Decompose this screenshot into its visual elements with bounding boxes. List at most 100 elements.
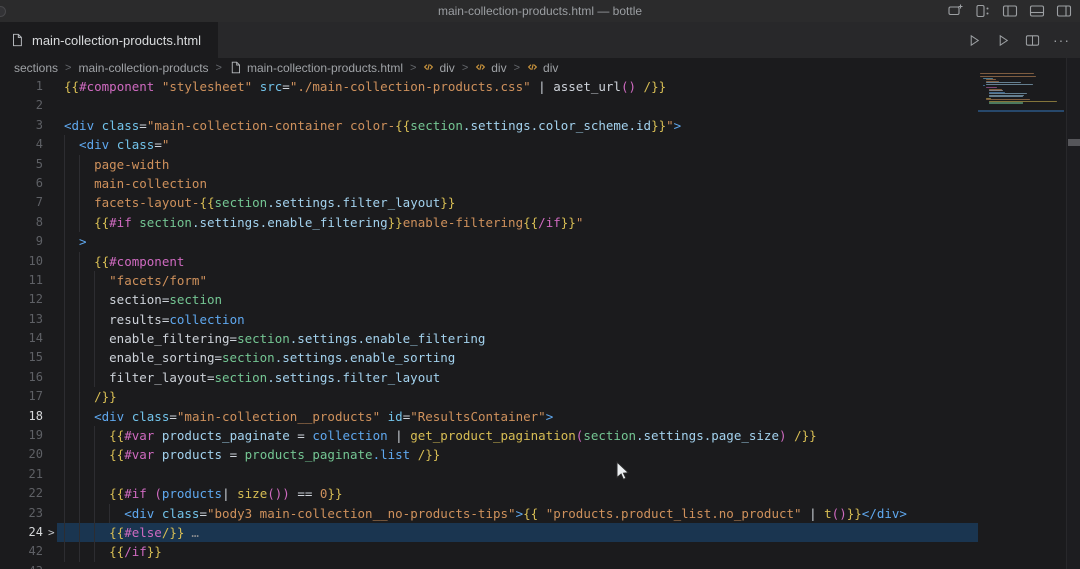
window-control-icon[interactable] <box>0 6 6 17</box>
code-line[interactable]: 42{{/if}} <box>0 542 978 561</box>
code-token: == <box>290 486 320 501</box>
code-line[interactable]: 8{{#if section.settings.enable_filtering… <box>0 213 978 232</box>
code-token: #var <box>124 447 154 462</box>
panel-left-icon[interactable] <box>1002 3 1018 19</box>
line-number[interactable]: 19 <box>0 426 43 445</box>
code-token: /}} <box>162 525 185 540</box>
line-number[interactable]: 16 <box>0 368 43 387</box>
folded-code-ellipsis[interactable]: … <box>191 525 200 540</box>
vertical-scrollbar[interactable] <box>1066 58 1080 569</box>
code-line[interactable]: 14enable_filtering=section.settings.enab… <box>0 329 978 348</box>
panel-bottom-icon[interactable] <box>1029 3 1045 19</box>
line-number[interactable]: 8 <box>0 213 43 232</box>
line-number[interactable]: 13 <box>0 310 43 329</box>
assistant-panel-icon[interactable] <box>975 3 991 19</box>
code-line[interactable]: 1{{#component "stylesheet" src="./main-c… <box>0 77 978 96</box>
indent-guide <box>64 155 79 174</box>
code-line[interactable]: 10{{#component <box>0 252 978 271</box>
breadcrumb-item[interactable]: div <box>423 61 454 75</box>
line-number[interactable]: 21 <box>0 465 43 484</box>
code-line[interactable]: 9> <box>0 232 978 251</box>
code-line[interactable]: 20{{#var products = products_paginate.li… <box>0 445 978 464</box>
code-token: "stylesheet" <box>162 79 252 94</box>
line-number[interactable]: 2 <box>0 96 43 115</box>
run-alt-icon[interactable] <box>995 32 1011 48</box>
line-number[interactable]: 14 <box>0 329 43 348</box>
line-number[interactable]: 9 <box>0 232 43 251</box>
line-number[interactable]: 3 <box>0 116 43 135</box>
code-line[interactable]: 19{{#var products_paginate = collection … <box>0 426 978 445</box>
line-number[interactable]: 23 <box>0 504 43 523</box>
code-token: = <box>222 447 245 462</box>
code-token: {{ <box>395 118 410 133</box>
code-line[interactable]: 16filter_layout=section.settings.filter_… <box>0 368 978 387</box>
line-number[interactable]: 7 <box>0 193 43 212</box>
line-number[interactable]: 17 <box>0 387 43 406</box>
code-token: size <box>237 486 267 501</box>
panel-right-icon[interactable] <box>1056 3 1072 19</box>
breadcrumb-separator-icon: > <box>514 62 520 74</box>
code-line[interactable]: 18<div class="main-collection__products"… <box>0 407 978 426</box>
line-number[interactable]: 11 <box>0 271 43 290</box>
scrollbar-thumb[interactable] <box>1068 139 1080 146</box>
line-number[interactable]: 42 <box>0 542 43 561</box>
breadcrumb-item[interactable]: div <box>475 61 506 75</box>
more-icon[interactable]: ··· <box>1053 32 1070 48</box>
indent-guide <box>64 213 79 232</box>
code-line[interactable]: 23<div class="body3 main-collection__no-… <box>0 504 978 523</box>
code-token: #component <box>79 79 154 94</box>
fold-chevron-icon[interactable]: > <box>48 523 55 542</box>
split-pane-icon[interactable] <box>1024 32 1040 48</box>
indent-guide <box>64 465 79 484</box>
code-line[interactable]: 11"facets/form" <box>0 271 978 290</box>
code-line[interactable]: 4<div class=" <box>0 135 978 154</box>
line-number[interactable]: 12 <box>0 290 43 309</box>
line-number[interactable]: 22 <box>0 484 43 503</box>
line-number[interactable]: 1 <box>0 77 43 96</box>
minimap[interactable] <box>978 58 1066 569</box>
indent-guide <box>79 213 94 232</box>
breadcrumb-label: div <box>491 61 506 75</box>
window-title: main-collection-products.html — bottle <box>438 4 642 18</box>
indent-guide <box>64 135 79 154</box>
indent-guide <box>79 271 94 290</box>
breadcrumb-item[interactable]: sections <box>14 61 58 75</box>
code-token: class <box>117 137 155 152</box>
code-line[interactable]: 17/}} <box>0 387 978 406</box>
code-line[interactable]: 6main-collection <box>0 174 978 193</box>
line-number[interactable]: 20 <box>0 445 43 464</box>
indent-guide <box>94 290 109 309</box>
code-editor[interactable]: 1{{#component "stylesheet" src="./main-c… <box>0 77 978 569</box>
code-token: #else <box>124 525 162 540</box>
code-line[interactable]: 13results=collection <box>0 310 978 329</box>
line-number[interactable]: 18 <box>0 407 43 426</box>
code-line[interactable]: 21 <box>0 465 978 484</box>
line-number[interactable]: 10 <box>0 252 43 271</box>
code-line[interactable]: 7facets-layout-{{section.settings.filter… <box>0 193 978 212</box>
line-number[interactable]: 43 <box>0 562 43 569</box>
code-line[interactable]: 2 <box>0 96 978 115</box>
breadcrumb-item[interactable]: div <box>527 61 558 75</box>
line-number[interactable]: 15 <box>0 348 43 367</box>
code-line[interactable]: 24>{{#else/}}… <box>0 523 978 542</box>
line-number[interactable]: 4 <box>0 135 43 154</box>
run-icon[interactable] <box>966 32 982 48</box>
indent-guide <box>64 290 79 309</box>
tab-main-collection-products[interactable]: main-collection-products.html <box>0 22 218 58</box>
line-number[interactable]: 24 <box>0 523 43 542</box>
file-icon <box>229 61 242 74</box>
line-number[interactable]: 5 <box>0 155 43 174</box>
code-line[interactable]: 15enable_sorting=section.settings.enable… <box>0 348 978 367</box>
line-number[interactable]: 6 <box>0 174 43 193</box>
breadcrumb-item[interactable]: main-collection-products.html <box>229 61 403 75</box>
code-token: {{ <box>64 79 79 94</box>
code-token: #if <box>124 486 147 501</box>
code-line[interactable]: 12section=section <box>0 290 978 309</box>
code-line[interactable]: 43 <box>0 562 978 569</box>
code-line[interactable]: 3<div class="main-collection-container c… <box>0 116 978 135</box>
screen-share-icon[interactable] <box>948 3 964 19</box>
breadcrumb-item[interactable]: main-collection-products <box>78 61 208 75</box>
code-line[interactable]: 5page-width <box>0 155 978 174</box>
indent-guide <box>94 445 109 464</box>
code-line[interactable]: 22{{#if (products| size()) == 0}} <box>0 484 978 503</box>
